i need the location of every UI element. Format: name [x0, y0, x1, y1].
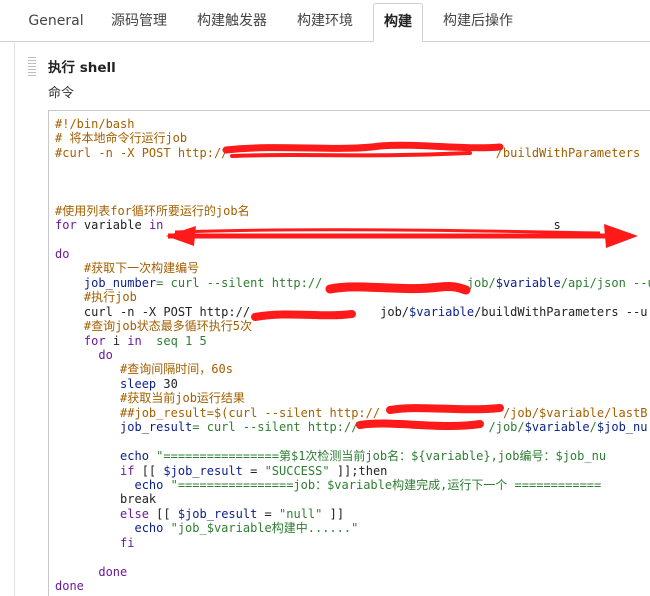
redaction-scribble [222, 141, 504, 154]
redaction-arrow [174, 228, 601, 235]
redaction-arrowhead-left [166, 226, 196, 246]
redaction-overlay [166, 141, 638, 430]
redaction-scribble [356, 419, 484, 430]
redaction-scribble [230, 151, 472, 158]
redaction-scribble [325, 281, 471, 295]
redaction-scribble [386, 404, 504, 414]
redaction-arrowhead-right [604, 224, 638, 248]
redaction-scribble [251, 310, 356, 321]
